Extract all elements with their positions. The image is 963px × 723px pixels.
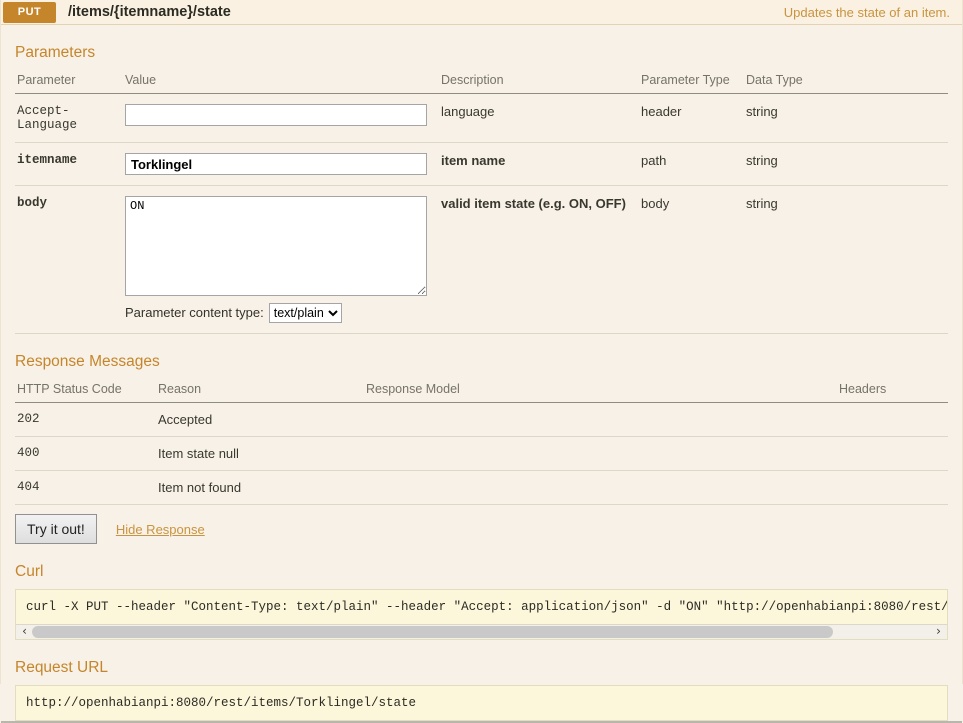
operation-header: PUT /items/{itemname}/state Updates the … <box>1 0 962 25</box>
parameters-heading: Parameters <box>15 44 948 62</box>
param-row-body: body ON Parameter content type: text/plai… <box>15 186 948 334</box>
status-code: 202 <box>15 403 156 437</box>
col-parameter-type: Parameter Type <box>639 70 744 94</box>
param-description: valid item state (e.g. ON, OFF) <box>439 186 639 334</box>
try-it-out-button[interactable]: Try it out! <box>15 514 97 544</box>
param-type: header <box>639 94 744 143</box>
reason: Accepted <box>156 403 364 437</box>
content-type-select[interactable]: text/plain <box>269 303 342 323</box>
responses-table: HTTP Status Code Reason Response Model H… <box>15 379 948 505</box>
operation-summary: Updates the state of an item. <box>784 5 950 20</box>
col-reason: Reason <box>156 379 364 403</box>
curl-heading: Curl <box>15 563 948 581</box>
status-code: 404 <box>15 471 156 505</box>
col-data-type: Data Type <box>744 70 948 94</box>
param-data-type: string <box>744 143 948 186</box>
curl-horizontal-scrollbar[interactable]: ‹ › <box>16 624 947 639</box>
param-description: item name <box>439 143 639 186</box>
param-data-type: string <box>744 186 948 334</box>
responses-header-row: HTTP Status Code Reason Response Model H… <box>15 379 948 403</box>
body-textarea[interactable]: ON <box>125 196 427 296</box>
operation-panel: PUT /items/{itemname}/state Updates the … <box>0 0 963 684</box>
parameters-header-row: Parameter Value Description Parameter Ty… <box>15 70 948 94</box>
param-row-accept-language: Accept-Language language header string <box>15 94 948 143</box>
reason: Item state null <box>156 437 364 471</box>
param-name: body <box>15 186 123 334</box>
curl-code-box: curl -X PUT --header "Content-Type: text… <box>15 589 948 640</box>
col-response-model: Response Model <box>364 379 837 403</box>
scroll-left-icon[interactable]: ‹ <box>17 625 32 639</box>
http-method-badge: PUT <box>3 2 56 23</box>
response-model <box>364 403 837 437</box>
itemname-input[interactable] <box>125 153 427 175</box>
parameters-table: Parameter Value Description Parameter Ty… <box>15 70 948 334</box>
param-name: itemname <box>15 143 123 186</box>
scroll-right-icon[interactable]: › <box>931 625 946 639</box>
param-data-type: string <box>744 94 948 143</box>
col-parameter: Parameter <box>15 70 123 94</box>
param-type: path <box>639 143 744 186</box>
accept-language-input[interactable] <box>125 104 427 126</box>
response-row-404: 404 Item not found <box>15 471 948 505</box>
hide-response-link[interactable]: Hide Response <box>116 522 205 537</box>
param-name: Accept-Language <box>15 94 123 143</box>
operation-path-link[interactable]: /items/{itemname}/state <box>68 4 231 20</box>
response-row-202: 202 Accepted <box>15 403 948 437</box>
responses-heading: Response Messages <box>15 353 948 371</box>
param-description: language <box>439 94 639 143</box>
param-type: body <box>639 186 744 334</box>
response-row-400: 400 Item state null <box>15 437 948 471</box>
response-headers <box>837 437 948 471</box>
param-row-itemname: itemname item name path string <box>15 143 948 186</box>
col-description: Description <box>439 70 639 94</box>
col-status-code: HTTP Status Code <box>15 379 156 403</box>
operation-content: Parameters Parameter Value Description P… <box>1 25 962 721</box>
reason: Item not found <box>156 471 364 505</box>
col-value: Value <box>123 70 439 94</box>
response-model <box>364 437 837 471</box>
request-url-box: http://openhabianpi:8080/rest/items/Tork… <box>15 685 948 721</box>
response-headers <box>837 471 948 505</box>
col-headers: Headers <box>837 379 948 403</box>
content-type-label: Parameter content type: <box>125 305 264 320</box>
request-url-value[interactable]: http://openhabianpi:8080/rest/items/Tork… <box>16 686 947 720</box>
curl-command[interactable]: curl -X PUT --header "Content-Type: text… <box>16 590 947 624</box>
response-model <box>364 471 837 505</box>
scrollbar-thumb[interactable] <box>32 626 833 638</box>
actions-row: Try it out! Hide Response <box>15 514 948 544</box>
status-code: 400 <box>15 437 156 471</box>
request-url-heading: Request URL <box>15 659 948 677</box>
response-headers <box>837 403 948 437</box>
